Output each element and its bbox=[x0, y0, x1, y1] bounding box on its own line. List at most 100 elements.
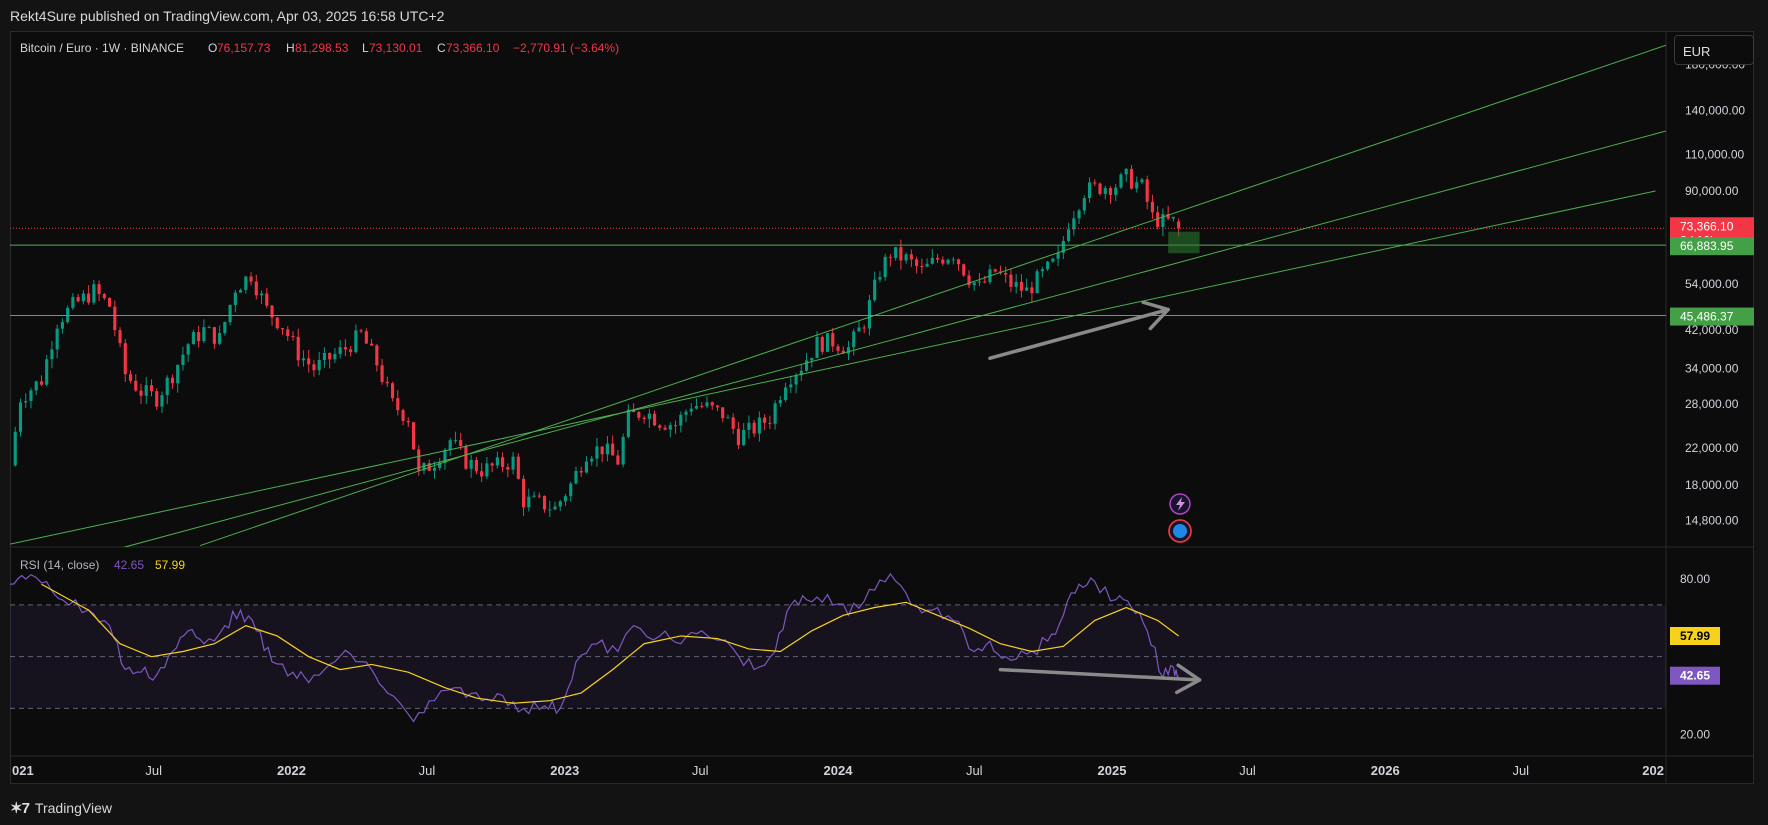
candle-body bbox=[490, 463, 494, 466]
candle-body bbox=[87, 293, 91, 303]
candle-body bbox=[930, 257, 934, 264]
candle-body bbox=[354, 330, 358, 353]
candle-body bbox=[322, 352, 327, 361]
time-tick-label: Jul bbox=[1512, 763, 1529, 778]
candle-body bbox=[626, 409, 630, 437]
candle-body bbox=[1056, 252, 1060, 259]
price-tick-label: 18,000.00 bbox=[1685, 478, 1739, 492]
price-chart[interactable]: 180,000.00140,000.00110,000.0090,000.005… bbox=[0, 0, 1768, 825]
trendline bbox=[199, 44, 1666, 547]
candle-body bbox=[1119, 174, 1123, 188]
price-tick-label: 54,000.00 bbox=[1685, 277, 1739, 291]
candle-body bbox=[113, 306, 117, 331]
candle-body bbox=[909, 254, 913, 260]
time-tick-label: Jul bbox=[692, 763, 709, 778]
candle-body bbox=[233, 292, 237, 305]
time-tick-label: Jul bbox=[966, 763, 983, 778]
candle-body bbox=[1009, 274, 1013, 287]
candle-body bbox=[286, 329, 290, 337]
candle-body bbox=[275, 317, 279, 329]
candle-body bbox=[658, 425, 662, 428]
candle-body bbox=[301, 358, 306, 361]
price-tick-label: 90,000.00 bbox=[1685, 184, 1739, 198]
candle-body bbox=[553, 506, 557, 510]
candle-body bbox=[537, 495, 541, 497]
candle-body bbox=[134, 380, 138, 391]
candle-body bbox=[752, 422, 756, 434]
candle-body bbox=[411, 422, 416, 450]
target-zone bbox=[1168, 231, 1200, 254]
candle-body bbox=[480, 471, 484, 477]
candle-body bbox=[202, 327, 206, 342]
candle-body bbox=[867, 300, 872, 329]
candle-body bbox=[794, 375, 798, 385]
candle-body bbox=[1150, 201, 1155, 213]
candle-body bbox=[815, 337, 819, 358]
candle-body bbox=[983, 281, 987, 283]
candle-body bbox=[1114, 187, 1118, 195]
candle-body bbox=[637, 412, 641, 418]
candle-body bbox=[506, 467, 510, 470]
candle-body bbox=[1072, 218, 1076, 230]
candle-body bbox=[1093, 182, 1097, 184]
candle-body bbox=[259, 293, 264, 296]
price-tick-label: 110,000.00 bbox=[1685, 147, 1744, 161]
time-tick-label: 021 bbox=[12, 763, 34, 778]
candle-body bbox=[616, 455, 620, 465]
candle-body bbox=[312, 364, 316, 371]
candle-body bbox=[920, 265, 924, 267]
time-tick-label: 2023 bbox=[550, 763, 579, 778]
currency-button[interactable]: EUR bbox=[1674, 35, 1754, 65]
candle-body bbox=[249, 276, 253, 282]
candle-body bbox=[935, 257, 940, 260]
candle-body bbox=[1051, 258, 1055, 262]
candle-body bbox=[1014, 281, 1018, 287]
candle-body bbox=[254, 281, 258, 296]
candle-body bbox=[715, 405, 720, 408]
candle-body bbox=[453, 440, 458, 442]
candle-body bbox=[789, 384, 793, 388]
candle-body bbox=[563, 496, 568, 502]
candle-body bbox=[144, 385, 148, 396]
candle-body bbox=[333, 353, 337, 360]
candle-body bbox=[731, 417, 735, 429]
low-label: L bbox=[362, 41, 369, 55]
price-label-text: 45,486.37 bbox=[1680, 310, 1734, 324]
candle-body bbox=[972, 282, 976, 286]
candle-body bbox=[778, 399, 782, 404]
candle-body bbox=[364, 331, 368, 344]
event-icons[interactable] bbox=[1168, 493, 1192, 543]
candle-body bbox=[710, 402, 714, 406]
close-value: 73,366.10 bbox=[446, 41, 500, 55]
candle-body bbox=[66, 307, 70, 323]
candle-body bbox=[915, 259, 919, 266]
footer-brand[interactable]: TradingView bbox=[35, 800, 112, 816]
candle-body bbox=[977, 281, 982, 283]
time-tick-label: Jul bbox=[145, 763, 162, 778]
candle-body bbox=[228, 304, 232, 322]
candle-body bbox=[600, 446, 604, 455]
trendline bbox=[10, 190, 1656, 545]
candle-body bbox=[810, 357, 814, 361]
candle-body bbox=[92, 284, 96, 303]
candle-body bbox=[705, 402, 709, 407]
rsi-value-text: 57.99 bbox=[1680, 629, 1710, 643]
candle-body bbox=[218, 333, 222, 344]
candle-body bbox=[899, 247, 903, 261]
candle-body bbox=[448, 440, 452, 450]
candle-body bbox=[647, 413, 651, 420]
candle-body bbox=[873, 279, 877, 301]
candle-body bbox=[186, 344, 190, 355]
candle-body bbox=[197, 332, 201, 342]
candle-body bbox=[642, 417, 646, 420]
candle-body bbox=[459, 440, 463, 447]
candle-body bbox=[385, 381, 389, 384]
event-dot-icon bbox=[1173, 524, 1187, 538]
candle-body bbox=[653, 413, 657, 426]
rsi-value: 42.65 bbox=[114, 558, 144, 572]
price-divergence-arrow bbox=[988, 307, 1170, 360]
candle-body bbox=[181, 354, 185, 366]
candle-body bbox=[39, 381, 44, 385]
candle-body bbox=[1025, 287, 1029, 291]
time-tick-label: 2022 bbox=[277, 763, 306, 778]
